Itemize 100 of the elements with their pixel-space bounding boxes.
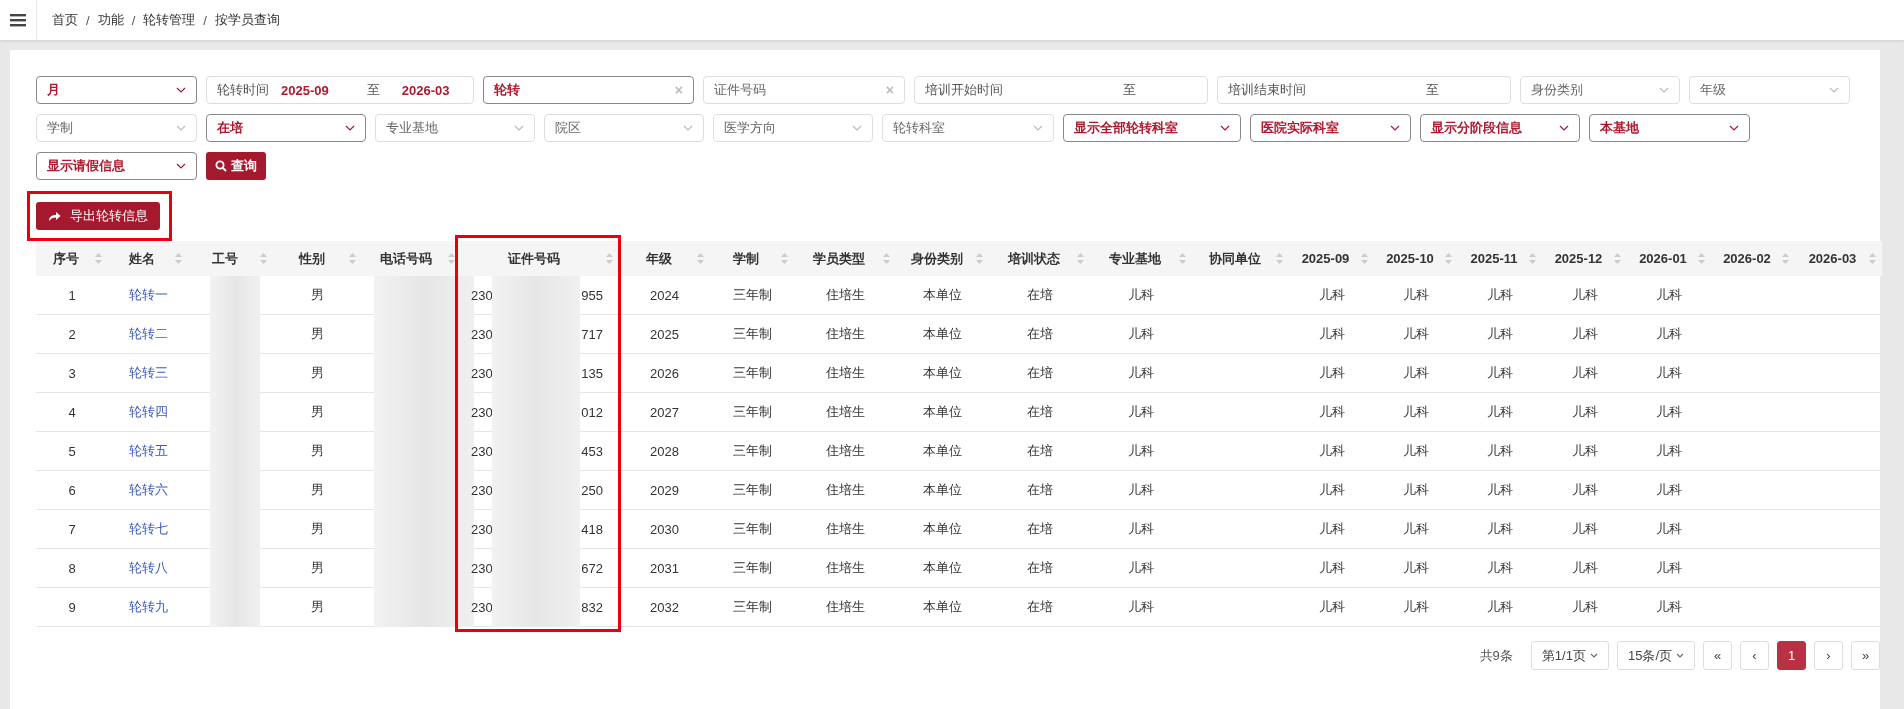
student-name-link[interactable]: 轮转一	[128, 287, 168, 302]
sort-icon	[448, 253, 455, 264]
column-header[interactable]: 电话号码	[362, 241, 461, 276]
select-field[interactable]: 本基地	[1589, 114, 1750, 142]
column-header[interactable]: 培训状态	[989, 241, 1090, 276]
table-cell: 2024	[650, 287, 679, 303]
chevron-icon	[1559, 125, 1569, 131]
column-header[interactable]: 2025-09	[1289, 241, 1374, 276]
column-header[interactable]: 身份类别	[896, 241, 989, 276]
select-field[interactable]: 显示分阶段信息	[1420, 114, 1580, 142]
select-field[interactable]: 专业基地	[375, 114, 535, 142]
page-select[interactable]: 第1/1页	[1530, 641, 1609, 670]
table-cell: 儿科	[1128, 599, 1154, 614]
column-header[interactable]: 协同单位	[1192, 241, 1289, 276]
table-cell: 儿科	[1318, 443, 1345, 458]
date-range-field[interactable]: 培训结束时间 至	[1217, 76, 1511, 104]
table-cell: 在培	[1026, 287, 1053, 302]
column-header[interactable]: 2026-01	[1627, 241, 1711, 276]
blurred-area	[210, 276, 260, 315]
select-field[interactable]: 医院实际科室	[1250, 114, 1411, 142]
chevron-icon	[683, 125, 693, 131]
page-button[interactable]: 1	[1777, 641, 1806, 670]
student-name-link[interactable]: 轮转三	[128, 365, 168, 380]
sort-icon	[781, 253, 788, 264]
range-start-value: 2025-09	[281, 82, 329, 98]
table-cell: 230	[471, 365, 493, 381]
student-name-link[interactable]: 轮转五	[128, 443, 168, 458]
menu-button[interactable]	[0, 0, 37, 40]
table-cell: 2032	[650, 599, 679, 615]
table-cell: 在培	[1026, 560, 1053, 575]
breadcrumb-item[interactable]: 按学员查询	[214, 11, 280, 29]
column-header[interactable]: 2025-12	[1542, 241, 1627, 276]
table-cell: 儿科	[1318, 599, 1345, 614]
table-cell: 三年制	[732, 326, 772, 341]
sort-icon	[1869, 253, 1876, 264]
text-field[interactable]: 轮转 ×	[483, 76, 694, 104]
sort-icon	[1179, 253, 1186, 264]
breadcrumb-item[interactable]: 功能	[97, 11, 124, 29]
table-cell: 230	[471, 560, 493, 576]
select-field[interactable]: 轮转科室	[882, 114, 1054, 142]
column-header[interactable]: 2025-11	[1458, 241, 1542, 276]
column-header[interactable]: 学员类型	[794, 241, 896, 276]
previous-page-button[interactable]: ‹	[1740, 641, 1769, 670]
table-cell: 三年制	[732, 443, 772, 458]
select-field[interactable]: 医学方向	[713, 114, 873, 142]
column-header[interactable]: 2026-03	[1795, 241, 1882, 276]
range-separator: 至	[1123, 81, 1136, 99]
select-field[interactable]: 在培	[206, 114, 366, 142]
blurred-area	[210, 588, 260, 627]
breadcrumb-item[interactable]: 首页	[52, 11, 78, 29]
table-cell: 儿科	[1487, 599, 1513, 614]
field-label: 培训结束时间	[1228, 81, 1306, 99]
column-header[interactable]: 姓名	[108, 241, 188, 276]
date-range-field[interactable]: 培训开始时间 至	[914, 76, 1208, 104]
student-name-link[interactable]: 轮转九	[128, 599, 168, 614]
select-field[interactable]: 显示请假信息	[36, 152, 197, 180]
table-cell: 儿科	[1656, 326, 1682, 341]
table-cell: 儿科	[1403, 326, 1429, 341]
menu-icon	[10, 13, 26, 27]
select-field[interactable]: 院区	[544, 114, 704, 142]
column-header[interactable]: 2025-10	[1374, 241, 1458, 276]
sort-icon	[349, 253, 356, 264]
chevron-icon	[1729, 125, 1739, 131]
search-button[interactable]: 查询	[206, 152, 266, 180]
column-header[interactable]: 性别	[273, 241, 362, 276]
column-header[interactable]: 年级	[619, 241, 710, 276]
table-cell: 三年制	[732, 482, 772, 497]
table-cell: 230	[471, 521, 493, 537]
sort-icon	[1698, 253, 1705, 264]
column-header[interactable]: 2026-02	[1711, 241, 1795, 276]
next-page-button[interactable]: ›	[1814, 641, 1843, 670]
select-field[interactable]: 学制	[36, 114, 197, 142]
text-field[interactable]: 证件号码 ×	[703, 76, 905, 104]
date-range-field[interactable]: 轮转时间 2025-09 至 2026-03	[206, 76, 474, 104]
student-name-link[interactable]: 轮转六	[128, 482, 168, 497]
student-name-link[interactable]: 轮转八	[128, 560, 168, 575]
table-cell: 儿科	[1403, 560, 1429, 575]
page-size-select[interactable]: 15条/页	[1616, 641, 1695, 670]
field-label: 轮转时间	[217, 81, 269, 99]
column-header[interactable]: 专业基地	[1090, 241, 1192, 276]
column-header[interactable]: 工号	[188, 241, 273, 276]
column-header[interactable]: 学制	[710, 241, 794, 276]
last-page-button[interactable]: »	[1851, 641, 1880, 670]
select-field[interactable]: 显示全部轮转科室	[1063, 114, 1241, 142]
field-label: 培训开始时间	[925, 81, 1003, 99]
student-name-link[interactable]: 轮转四	[128, 404, 168, 419]
column-header[interactable]: 序号	[36, 241, 108, 276]
breadcrumb-item[interactable]: 轮转管理	[143, 11, 196, 29]
breadcrumb-separator: /	[131, 12, 136, 28]
student-name-link[interactable]: 轮转七	[128, 521, 168, 536]
table-cell: 955	[581, 287, 603, 303]
sort-icon	[976, 253, 983, 264]
select-field[interactable]: 年级	[1689, 76, 1850, 104]
export-button[interactable]: 导出轮转信息	[36, 202, 160, 230]
select-field[interactable]: 月	[36, 76, 197, 104]
select-field[interactable]: 身份类别	[1520, 76, 1680, 104]
first-page-button[interactable]: «	[1703, 641, 1732, 670]
column-header[interactable]: 证件号码	[461, 241, 619, 276]
sort-icon	[1077, 253, 1084, 264]
student-name-link[interactable]: 轮转二	[128, 326, 168, 341]
